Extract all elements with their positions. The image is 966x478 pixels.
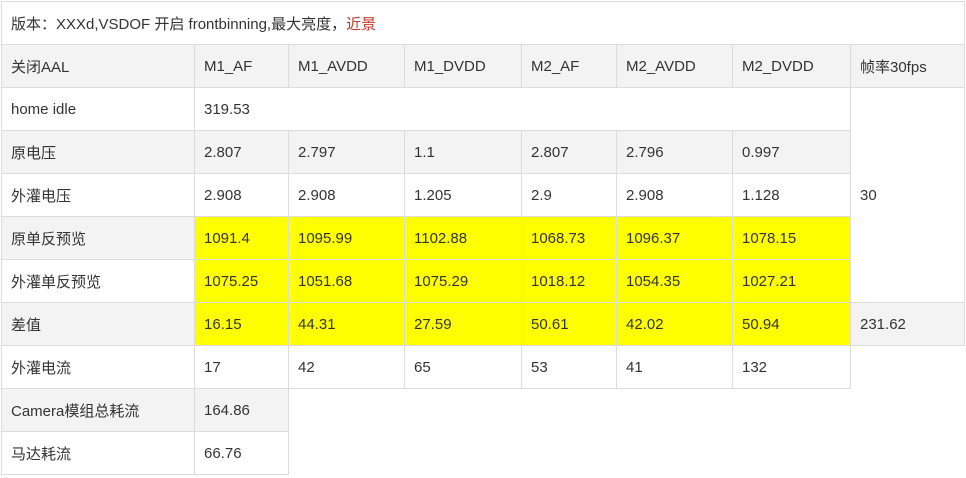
caption-highlight: 近景 (346, 15, 377, 33)
header-cell-m2-af: M2_AF (521, 44, 617, 88)
cell-value: 65 (404, 345, 522, 389)
header-cell-m1-dvdd: M1_DVDD (404, 44, 522, 88)
cell-value: 50.61 (521, 302, 617, 346)
table-caption: 版本：XXXd,VSDOF 开启 frontbinning,最大亮度，近景 (1, 1, 965, 45)
cell-value: 2.797 (288, 130, 405, 174)
cell-value: 319.53 (194, 87, 851, 131)
fps-value-cell: 30 (850, 87, 965, 303)
cell-value: 17 (194, 345, 289, 389)
cell-value: 1102.88 (404, 216, 522, 260)
table-row-motor: 马达耗流 66.76 (1, 431, 965, 475)
cell-value: 1078.15 (732, 216, 851, 260)
cell-value: 1091.4 (194, 216, 289, 260)
row-label: Camera模组总耗流 (1, 388, 195, 432)
table-row-diff: 差值 16.15 44.31 27.59 50.61 42.02 50.94 2… (1, 302, 965, 346)
cell-value: 44.31 (288, 302, 405, 346)
cell-value: 2.9 (521, 173, 617, 217)
cell-value: 53 (521, 345, 617, 389)
cell-value: 1.128 (732, 173, 851, 217)
cell-value: 164.86 (194, 388, 289, 432)
empty-cell (289, 432, 965, 475)
row-label: 原单反预览 (1, 216, 195, 260)
cell-value: 1096.37 (616, 216, 733, 260)
cell-value: 0.997 (732, 130, 851, 174)
cell-value: 1.1 (404, 130, 522, 174)
caption-text: 版本：XXXd,VSDOF 开启 frontbinning,最大亮度， (11, 15, 347, 33)
cell-value: 2.908 (194, 173, 289, 217)
cell-value: 1027.21 (732, 259, 851, 303)
table-row-ext-current: 外灌电流 17 42 65 53 41 132 (1, 345, 965, 389)
cell-value: 1051.68 (288, 259, 405, 303)
header-cell-fps: 帧率30fps (850, 44, 965, 88)
cell-value: 1054.35 (616, 259, 733, 303)
header-cell-m2-avdd: M2_AVDD (616, 44, 733, 88)
row-label: home idle (1, 87, 195, 131)
caption-row: 版本：XXXd,VSDOF 开启 frontbinning,最大亮度，近景 (1, 1, 965, 45)
empty-cell (851, 346, 965, 389)
row-label: 外灌电流 (1, 345, 195, 389)
table-row-home-idle: home idle 319.53 30 (1, 87, 965, 303)
header-cell-m1-avdd: M1_AVDD (288, 44, 405, 88)
header-cell-m2-dvdd: M2_DVDD (732, 44, 851, 88)
header-cell-condition: 关闭AAL (1, 44, 195, 88)
cell-value: 41 (616, 345, 733, 389)
diff-total-cell: 231.62 (850, 302, 965, 346)
table-row-orig-preview: 原单反预览 1091.4 1095.99 1102.88 1068.73 109… (1, 216, 965, 260)
row-label: 外灌单反预览 (1, 259, 195, 303)
table-row-ext-voltage: 外灌电压 2.908 2.908 1.205 2.9 2.908 1.128 (1, 173, 965, 217)
cell-value: 2.796 (616, 130, 733, 174)
cell-value: 1018.12 (521, 259, 617, 303)
header-cell-m1-af: M1_AF (194, 44, 289, 88)
cell-value: 50.94 (732, 302, 851, 346)
document-frame: 版本：XXXd,VSDOF 开启 frontbinning,最大亮度，近景 关闭… (0, 0, 966, 478)
cell-value: 1068.73 (521, 216, 617, 260)
row-label: 马达耗流 (1, 431, 195, 475)
cell-value: 16.15 (194, 302, 289, 346)
cell-value: 1095.99 (288, 216, 405, 260)
cell-value: 2.807 (194, 130, 289, 174)
power-consumption-table: 版本：XXXd,VSDOF 开启 frontbinning,最大亮度，近景 关闭… (1, 1, 965, 475)
cell-value: 132 (732, 345, 851, 389)
cell-value: 1075.25 (194, 259, 289, 303)
cell-value: 2.807 (521, 130, 617, 174)
table-row-orig-voltage: 原电压 2.807 2.797 1.1 2.807 2.796 0.997 (1, 130, 965, 174)
table-row-camera-total: Camera模组总耗流 164.86 (1, 388, 965, 432)
cell-value: 2.908 (616, 173, 733, 217)
row-label: 外灌电压 (1, 173, 195, 217)
row-label: 原电压 (1, 130, 195, 174)
cell-value: 1.205 (404, 173, 522, 217)
cell-value: 42.02 (616, 302, 733, 346)
cell-value: 66.76 (194, 431, 289, 475)
table-row-ext-preview: 外灌单反预览 1075.25 1051.68 1075.29 1018.12 1… (1, 259, 965, 303)
cell-value: 27.59 (404, 302, 522, 346)
cell-value: 2.908 (288, 173, 405, 217)
header-row: 关闭AAL M1_AF M1_AVDD M1_DVDD M2_AF M2_AVD… (1, 44, 965, 88)
row-label: 差值 (1, 302, 195, 346)
cell-value: 1075.29 (404, 259, 522, 303)
empty-cell (289, 389, 965, 432)
cell-value: 42 (288, 345, 405, 389)
